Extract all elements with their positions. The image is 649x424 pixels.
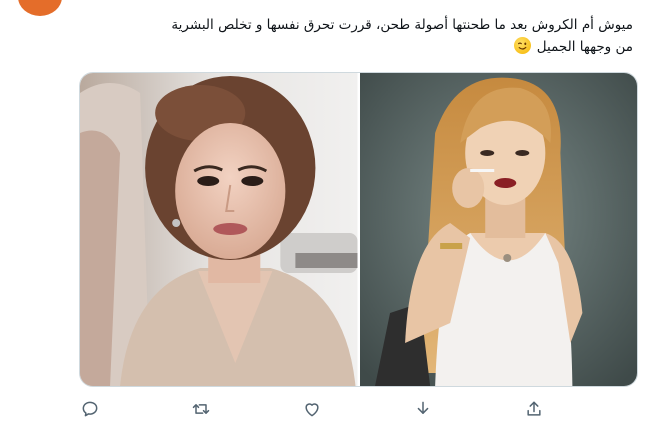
reply-icon (82, 401, 98, 417)
tweet-text-line-1: ميوش أم الكروش بعد ما طحنتها أصولة طحن، … (171, 17, 633, 33)
avatar[interactable] (18, 0, 62, 16)
photo-right-image (359, 73, 637, 386)
tweet-text-line-2-text: من وجهها الجميل (536, 39, 633, 55)
tweet-media-grid[interactable] (79, 72, 638, 387)
like-button[interactable] (301, 398, 323, 420)
like-icon (305, 403, 319, 417)
photo-right[interactable] (359, 73, 637, 386)
tweet-actions (79, 398, 555, 422)
retweet-button[interactable] (190, 398, 212, 420)
download-button[interactable] (412, 398, 434, 420)
photo-left[interactable] (80, 73, 358, 386)
tweet-text-line-2: من وجهها الجميل (80, 36, 633, 58)
share-icon (527, 401, 541, 416)
tweet[interactable]: ميوش أم الكروش بعد ما طحنتها أصولة طحن، … (0, 0, 649, 424)
download-icon (417, 401, 429, 414)
share-button[interactable] (523, 398, 545, 420)
retweet-icon (192, 404, 210, 414)
reply-button[interactable] (79, 398, 101, 420)
tweet-text: ميوش أم الكروش بعد ما طحنتها أصولة طحن، … (80, 14, 633, 58)
photo-left-image (80, 73, 358, 386)
winking-face-emoji-icon (513, 37, 531, 54)
